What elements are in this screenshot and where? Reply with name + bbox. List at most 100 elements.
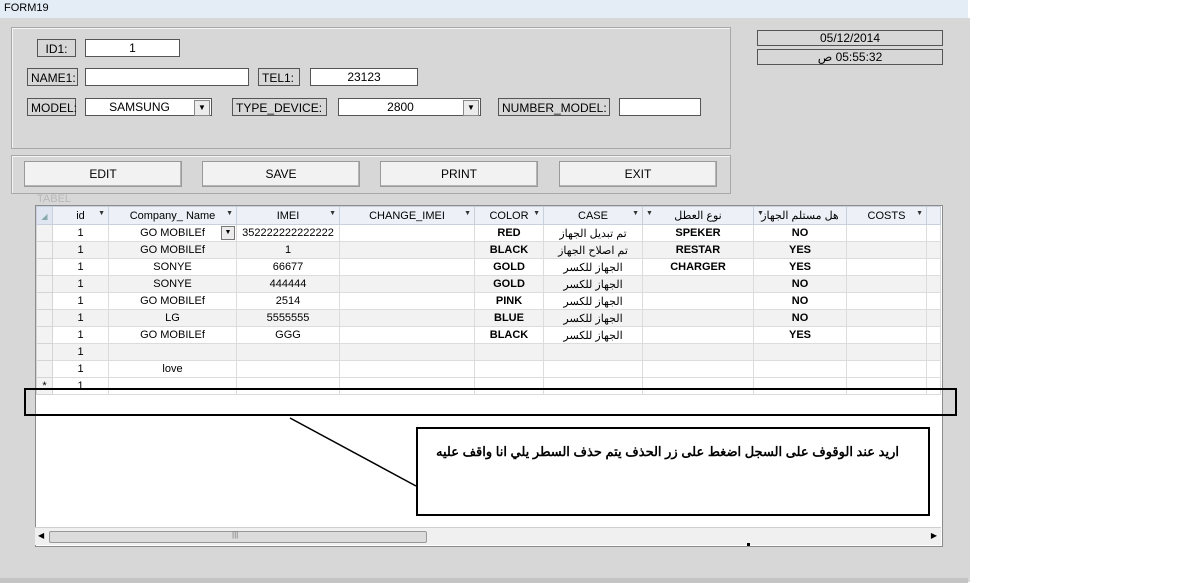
table-row[interactable]: 1 GO MOBILEf GGG BLACK الجهاز للكسر YES <box>36 326 941 344</box>
table-cell[interactable] <box>846 343 927 361</box>
table-cell[interactable] <box>339 292 475 310</box>
table-row[interactable]: 1 <box>36 343 941 361</box>
record-selector[interactable] <box>36 343 53 361</box>
table-cell[interactable] <box>846 377 927 395</box>
record-selector[interactable] <box>36 241 53 259</box>
table-cell[interactable]: SONYE <box>108 258 237 276</box>
record-selector[interactable] <box>36 258 53 276</box>
chevron-down-icon[interactable]: ▼ <box>329 210 336 217</box>
scroll-right-icon[interactable]: ▶ <box>931 531 937 540</box>
column-header[interactable]: هل مستلم الجهاز ▼ <box>753 206 847 225</box>
table-cell[interactable] <box>846 275 927 293</box>
record-selector[interactable] <box>36 292 53 310</box>
table-cell[interactable] <box>846 326 927 344</box>
table-cell[interactable] <box>543 377 643 395</box>
table-cell[interactable]: 1 <box>52 360 109 378</box>
new-record-id[interactable]: 1 <box>52 377 109 395</box>
chevron-down-icon[interactable]: ▼ <box>632 210 639 217</box>
table-cell[interactable]: 1 <box>52 326 109 344</box>
table-cell[interactable]: 1 <box>52 309 109 327</box>
table-cell[interactable] <box>642 292 754 310</box>
table-cell[interactable] <box>846 309 927 327</box>
table-cell[interactable]: الجهاز للكسر <box>543 275 643 293</box>
tel-field[interactable]: 23123 <box>310 68 418 86</box>
table-cell[interactable] <box>339 326 475 344</box>
table-cell[interactable]: GO MOBILEf <box>108 292 237 310</box>
table-cell[interactable] <box>642 326 754 344</box>
table-cell[interactable]: YES <box>753 258 847 276</box>
number-model-field[interactable] <box>619 98 701 116</box>
table-cell[interactable]: PINK <box>474 292 544 310</box>
record-selector[interactable] <box>36 360 53 378</box>
table-cell[interactable] <box>339 258 475 276</box>
table-cell[interactable]: 1 <box>52 292 109 310</box>
table-cell[interactable] <box>339 224 475 242</box>
record-selector[interactable] <box>36 224 53 242</box>
table-cell[interactable] <box>642 343 754 361</box>
record-selector[interactable] <box>36 326 53 344</box>
type-device-combo[interactable]: 2800 ▼ <box>338 98 481 116</box>
column-header[interactable]: Company_ Name ▼ <box>108 206 237 225</box>
table-cell[interactable] <box>846 224 927 242</box>
table-cell[interactable] <box>543 360 643 378</box>
table-row[interactable]: 1 GO MOBILEf 1 BLACK تم اصلاح الجهاز RESTAR YE… <box>36 241 941 259</box>
table-cell[interactable]: تم اصلاح الجهاز <box>543 241 643 259</box>
table-cell[interactable] <box>474 360 544 378</box>
table-cell[interactable] <box>543 343 643 361</box>
chevron-down-icon[interactable]: ▼ <box>757 210 764 217</box>
table-cell[interactable]: YES <box>753 326 847 344</box>
column-header[interactable]: COLOR ▼ <box>474 206 544 225</box>
table-cell[interactable]: GOLD <box>474 275 544 293</box>
table-cell[interactable] <box>642 309 754 327</box>
name-field[interactable] <box>85 68 249 86</box>
table-cell[interactable]: 352222222222222 <box>236 224 340 242</box>
table-cell[interactable] <box>339 343 475 361</box>
table-row[interactable]: 1 SONYE 444444 GOLD الجهاز للكسر NO <box>36 275 941 293</box>
table-cell[interactable]: 444444 <box>236 275 340 293</box>
table-cell[interactable]: 1 <box>52 275 109 293</box>
table-cell[interactable] <box>236 360 340 378</box>
table-cell[interactable]: BLACK <box>474 241 544 259</box>
table-cell[interactable]: 5555555 <box>236 309 340 327</box>
chevron-down-icon[interactable]: ▼ <box>464 210 471 217</box>
table-cell[interactable] <box>642 360 754 378</box>
table-cell[interactable]: تم تبديل الجهاز <box>543 224 643 242</box>
table-cell[interactable]: GO MOBILEf <box>108 241 237 259</box>
table-cell[interactable]: 1 <box>52 343 109 361</box>
table-cell[interactable]: GGG <box>236 326 340 344</box>
table-cell[interactable]: RED <box>474 224 544 242</box>
table-cell[interactable] <box>846 360 927 378</box>
record-selector[interactable] <box>36 309 53 327</box>
chevron-down-icon[interactable]: ▼ <box>226 210 233 217</box>
chevron-down-icon[interactable]: ▼ <box>533 210 540 217</box>
table-cell[interactable]: 1 <box>52 224 109 242</box>
table-cell[interactable]: RESTAR <box>642 241 754 259</box>
table-cell[interactable]: NO <box>753 292 847 310</box>
table-cell[interactable]: LG <box>108 309 237 327</box>
table-cell[interactable] <box>642 275 754 293</box>
column-header[interactable]: id ▼ <box>52 206 109 225</box>
table-cell[interactable]: CHARGER <box>642 258 754 276</box>
table-cell[interactable]: NO <box>753 224 847 242</box>
chevron-down-icon[interactable]: ▼ <box>916 210 923 217</box>
table-cell[interactable]: BLUE <box>474 309 544 327</box>
table-cell[interactable] <box>339 275 475 293</box>
horizontal-scrollbar[interactable]: ◀ ||| ▶ <box>35 527 941 545</box>
table-cell[interactable]: GO MOBILEf ▼ <box>108 224 237 242</box>
table-cell[interactable]: 2514 <box>236 292 340 310</box>
table-cell[interactable] <box>339 241 475 259</box>
table-cell[interactable]: BLACK <box>474 326 544 344</box>
column-header[interactable]: نوع العطل ▼ <box>642 206 754 225</box>
chevron-down-icon[interactable]: ▼ <box>98 210 105 217</box>
table-cell[interactable]: NO <box>753 275 847 293</box>
table-cell[interactable] <box>108 343 237 361</box>
table-cell[interactable] <box>236 343 340 361</box>
exit-button[interactable]: EXIT <box>559 161 717 187</box>
table-cell[interactable]: SPEKER <box>642 224 754 242</box>
table-cell[interactable] <box>236 377 340 395</box>
record-selector[interactable] <box>36 275 53 293</box>
table-cell[interactable]: NO <box>753 309 847 327</box>
chevron-down-icon[interactable]: ▼ <box>646 210 653 217</box>
table-cell[interactable]: GOLD <box>474 258 544 276</box>
table-row[interactable]: 1 GO MOBILEf ▼ 352222222222222 RED تم تبديل ا… <box>36 224 941 242</box>
